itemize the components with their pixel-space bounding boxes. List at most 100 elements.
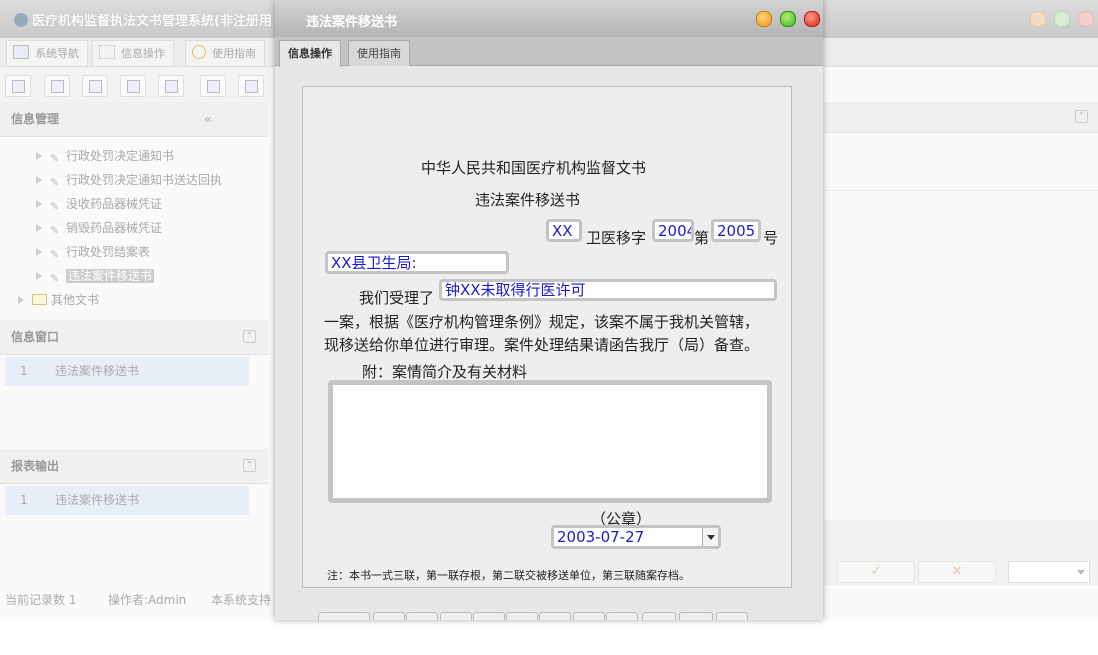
cancel-button[interactable]: ✕	[918, 561, 996, 583]
view-icon	[51, 80, 64, 93]
expand-arrow-icon[interactable]	[36, 152, 42, 160]
new-document-icon	[89, 80, 102, 93]
doc-body-intro: 我们受理了	[359, 289, 435, 307]
doc-body-line2: 现移送给你单位进行审理。案件处理结果请函告我厅（局）备查。	[324, 336, 760, 354]
report-output-header: 报表输出 ⌃	[0, 449, 268, 484]
document-form: 中华人民共和国医疗机构监督文书 违法案件移送书 XX 卫医移字 2004 第 2…	[302, 86, 792, 588]
footer-button[interactable]	[506, 612, 538, 620]
document-icon: ✎	[50, 152, 60, 165]
window-icon	[245, 80, 258, 93]
footer-button[interactable]	[440, 612, 472, 620]
attachment-textarea[interactable]	[328, 380, 772, 503]
close-icon[interactable]	[804, 11, 820, 27]
export-icon	[207, 80, 220, 93]
support-text: 本系统支持	[211, 593, 272, 607]
tree-icon	[127, 80, 140, 93]
window-button[interactable]	[238, 75, 264, 97]
tab-user-guide[interactable]: 使用指南	[348, 40, 410, 66]
collapse-up-icon[interactable]: ⌃	[1075, 110, 1088, 123]
tree-item-selected[interactable]: ✎ 违法案件移送书	[36, 265, 155, 287]
edit-icon	[165, 80, 178, 93]
minimize-icon[interactable]	[1030, 11, 1046, 27]
expand-arrow-icon[interactable]	[36, 176, 42, 184]
collapse-up-icon[interactable]: ⌃	[243, 459, 256, 472]
dialog-titlebar[interactable]: 违法案件移送书	[275, 0, 823, 37]
info-window-header: 信息窗口 ⌃	[0, 320, 268, 355]
footer-button[interactable]	[573, 612, 605, 620]
attachment-label: 附：案情简介及有关材料	[362, 363, 528, 381]
footer-button[interactable]	[473, 612, 505, 620]
tree-item[interactable]: ✎ 销毁药品器械凭证	[36, 217, 162, 239]
collapse-up-icon[interactable]: ⌃	[243, 330, 256, 343]
footer-button[interactable]	[373, 612, 405, 620]
close-icon[interactable]	[1078, 11, 1094, 27]
year-field[interactable]: 2004	[652, 219, 694, 242]
document-icon: ✎	[50, 224, 60, 237]
app-logo-icon	[14, 13, 28, 27]
tree-item[interactable]: ✎ 行政处罚决定通知书送达回执	[36, 169, 222, 191]
right-panel-divider	[824, 190, 1098, 191]
expand-arrow-icon[interactable]	[36, 272, 42, 280]
right-panel-header: ⌃	[824, 102, 1098, 133]
export-button[interactable]	[200, 75, 226, 97]
tab-info-operation[interactable]: 信息操作	[92, 40, 174, 66]
footer-button[interactable]	[539, 612, 571, 620]
footer-button[interactable]	[406, 612, 438, 620]
new-doc-button[interactable]	[82, 75, 108, 97]
collapse-left-icon[interactable]: «	[204, 102, 212, 136]
expand-arrow-icon[interactable]	[18, 296, 24, 304]
operator-label: 操作者:Admin	[108, 593, 187, 607]
recipient-field[interactable]: XX县卫生局:	[325, 251, 509, 274]
search-button[interactable]	[5, 75, 31, 97]
footer-button[interactable]	[679, 612, 713, 620]
list-item[interactable]: 1 违法案件移送书	[5, 486, 249, 515]
doc-tree: ✎ 行政处罚决定通知书 ✎ 行政处罚决定通知书送达回执 ✎ 没收药品器械凭证 ✎ 销毁药…	[0, 137, 268, 317]
monitor-icon	[13, 45, 29, 59]
dialog-tabbar: 信息操作 使用指南	[275, 37, 823, 67]
view-button[interactable]	[44, 75, 70, 97]
document-icon: ✎	[50, 272, 60, 285]
tree-item[interactable]: ✎ 行政处罚决定通知书	[36, 145, 174, 167]
document-icon: ✎	[50, 176, 60, 189]
doc-header-title: 中华人民共和国医疗机构监督文书	[421, 159, 647, 177]
footer-button[interactable]	[716, 612, 748, 620]
maximize-icon[interactable]	[780, 11, 796, 27]
tree-item[interactable]: ✎ 没收药品器械凭证	[36, 193, 162, 215]
tab-info-operation[interactable]: 信息操作	[279, 40, 341, 67]
help-icon	[192, 45, 206, 59]
tree-folder-other[interactable]: 其他文书	[18, 289, 99, 311]
record-count: 当前记录数 1	[5, 593, 77, 607]
page-select[interactable]	[1008, 561, 1090, 583]
check-icon: ✓	[870, 564, 882, 579]
confirm-button[interactable]: ✓	[837, 561, 915, 583]
edit-button[interactable]	[158, 75, 184, 97]
case-name-field[interactable]: 钟XX未取得行医许可	[439, 279, 777, 301]
main-window-controls	[1030, 11, 1094, 27]
list-item[interactable]: 1 违法案件移送书	[5, 357, 249, 386]
maximize-icon[interactable]	[1054, 11, 1070, 27]
tab-user-guide[interactable]: 使用指南	[185, 40, 265, 66]
chevron-down-icon[interactable]	[702, 528, 718, 546]
doc-header-subtitle: 违法案件移送书	[475, 191, 581, 209]
footer-button[interactable]	[606, 612, 638, 620]
doc-label-weiyiyizi: 卫医移字	[586, 229, 647, 247]
grid-icon	[99, 45, 115, 59]
document-icon: ✎	[50, 200, 60, 213]
footer-button[interactable]	[642, 612, 676, 620]
folder-icon	[32, 294, 47, 305]
date-picker[interactable]: 2003-07-27	[551, 525, 721, 549]
tab-system-nav[interactable]: 系统导航	[6, 40, 88, 66]
document-icon: ✎	[50, 248, 60, 261]
tree-item[interactable]: ✎ 行政处罚结案表	[36, 241, 150, 263]
dialog-window-controls	[756, 11, 820, 27]
org-button[interactable]	[120, 75, 146, 97]
doc-note: 注：本书一式三联，第一联存根，第二联交被移送单位，第三联随案存档。	[327, 569, 690, 582]
prefix-field[interactable]: XX	[546, 219, 582, 242]
expand-arrow-icon[interactable]	[36, 200, 42, 208]
doc-body-line1: 一案，根据《医疗机构管理条例》规定，该案不属于我机关管辖，	[324, 313, 760, 331]
minimize-icon[interactable]	[756, 11, 772, 27]
footer-button[interactable]	[318, 612, 370, 620]
expand-arrow-icon[interactable]	[36, 224, 42, 232]
number-field[interactable]: 2005	[711, 219, 761, 242]
expand-arrow-icon[interactable]	[36, 248, 42, 256]
